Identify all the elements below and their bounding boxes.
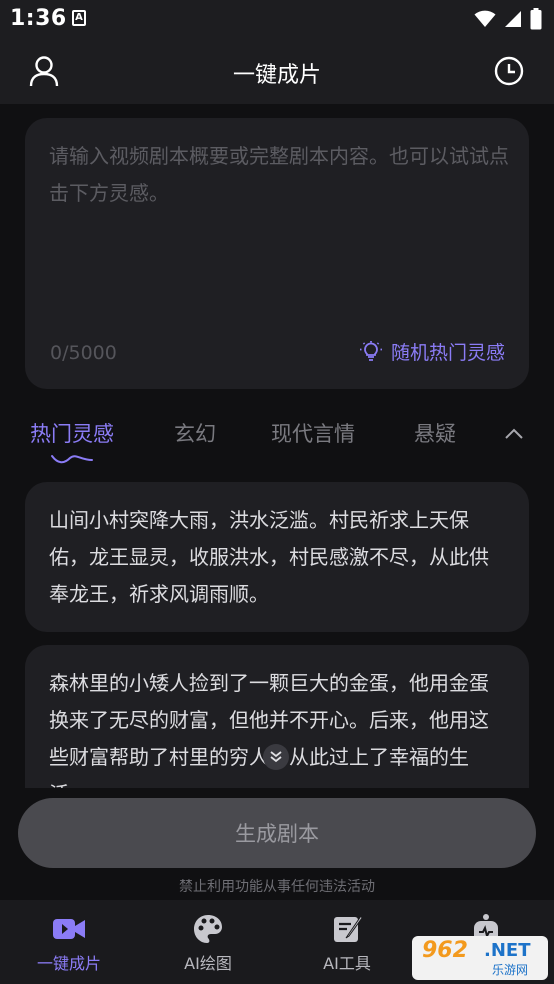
watermark-number: 962 — [422, 938, 468, 963]
collapse-tabs-button[interactable] — [500, 422, 528, 446]
nav-item-one-click-video[interactable]: 一键成片 — [9, 912, 129, 974]
watermark-domain: .NET — [484, 940, 531, 961]
app-header: 一键成片 — [0, 40, 554, 104]
expand-more-icon[interactable] — [263, 744, 289, 770]
notification-app-icon: A — [72, 10, 86, 26]
idea-card[interactable]: 山间小村突降大雨，洪水泛滥。村民祈求上天保佑，龙王显灵，收服洪水，村民感激不尽，… — [25, 482, 529, 632]
signal-icon — [505, 11, 521, 27]
history-clock-icon — [494, 56, 524, 86]
history-button[interactable] — [491, 53, 527, 89]
tab-suspense[interactable]: 悬疑 — [414, 418, 456, 448]
video-camera-icon — [51, 912, 87, 946]
status-time: 1:36 — [10, 6, 67, 31]
nav-item-ai-tools[interactable]: AI工具 — [287, 912, 407, 974]
char-counter: 0/5000 — [50, 342, 117, 364]
page-title: 一键成片 — [232, 63, 321, 88]
nav-label: 一键成片 — [36, 954, 101, 973]
status-indicators — [474, 8, 542, 30]
site-watermark: 962 .NET 乐游网 — [412, 934, 548, 982]
nav-item-ai-drawing[interactable]: AI绘图 — [148, 912, 268, 974]
watermark-sub: 乐游网 — [492, 963, 529, 977]
category-tabs: 热门灵感 玄幻 现代言情 悬疑 — [0, 410, 554, 470]
status-bar: 1:36 A — [0, 0, 554, 40]
disclaimer-text: 禁止利用功能从事任何违法活动 — [179, 879, 375, 895]
battery-icon — [530, 8, 542, 30]
tab-fantasy[interactable]: 玄幻 — [174, 418, 216, 448]
script-input[interactable] — [49, 138, 509, 328]
idea-list: 山间小村突降大雨，洪水泛滥。村民祈求上天保佑，龙王显灵，收服洪水，村民感激不尽，… — [0, 470, 554, 788]
generate-script-button[interactable]: 生成剧本 — [18, 798, 536, 868]
tool-note-icon — [329, 912, 365, 946]
active-tab-indicator — [51, 455, 93, 464]
palette-icon — [190, 912, 226, 946]
random-inspiration-button[interactable]: 随机热门灵感 — [359, 338, 505, 365]
script-editor-card: 0/5000 随机热门灵感 — [25, 118, 529, 389]
watermark-logo: 962 .NET 乐游网 — [412, 936, 548, 980]
tab-hot[interactable]: 热门灵感 — [30, 418, 114, 448]
nav-label: AI绘图 — [184, 954, 232, 973]
chevron-up-icon — [505, 428, 523, 439]
random-inspiration-label: 随机热门灵感 — [390, 342, 505, 364]
lightbulb-icon — [359, 340, 382, 361]
tab-modern-romance[interactable]: 现代言情 — [271, 418, 355, 448]
wifi-icon — [474, 10, 496, 27]
nav-label: AI工具 — [323, 954, 371, 973]
